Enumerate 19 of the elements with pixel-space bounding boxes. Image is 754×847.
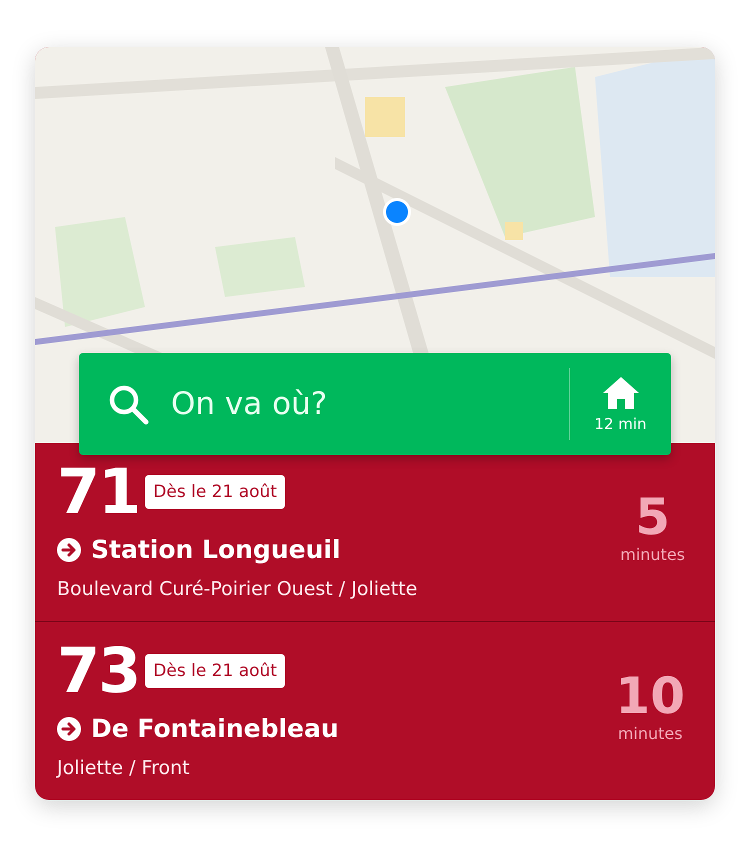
home-button[interactable]: 12 min xyxy=(569,368,671,440)
arrow-circle-icon xyxy=(57,716,81,740)
wait-unit: minutes xyxy=(618,724,683,743)
home-icon xyxy=(600,375,640,411)
stop-label: Joliette / Front xyxy=(57,757,191,779)
route-number: 73 xyxy=(57,640,140,702)
wait-time: 5 xyxy=(635,491,670,543)
wait-time: 10 xyxy=(615,670,685,722)
route-number: 71 xyxy=(57,461,140,523)
date-badge: Dès le 21 août xyxy=(145,475,285,509)
stop-label: Boulevard Curé-Poirier Ouest / Joliette xyxy=(57,578,418,600)
wait-unit: minutes xyxy=(620,545,685,564)
date-badge: Dès le 21 août xyxy=(145,654,285,688)
arrow-circle-icon xyxy=(57,538,81,562)
search-field[interactable]: On va où? 12 min xyxy=(79,353,671,455)
search-icon xyxy=(107,383,149,425)
location-dot-icon xyxy=(382,197,412,227)
destination-label: Station Longueuil xyxy=(91,535,341,564)
destination-label: De Fontainebleau xyxy=(91,714,339,743)
